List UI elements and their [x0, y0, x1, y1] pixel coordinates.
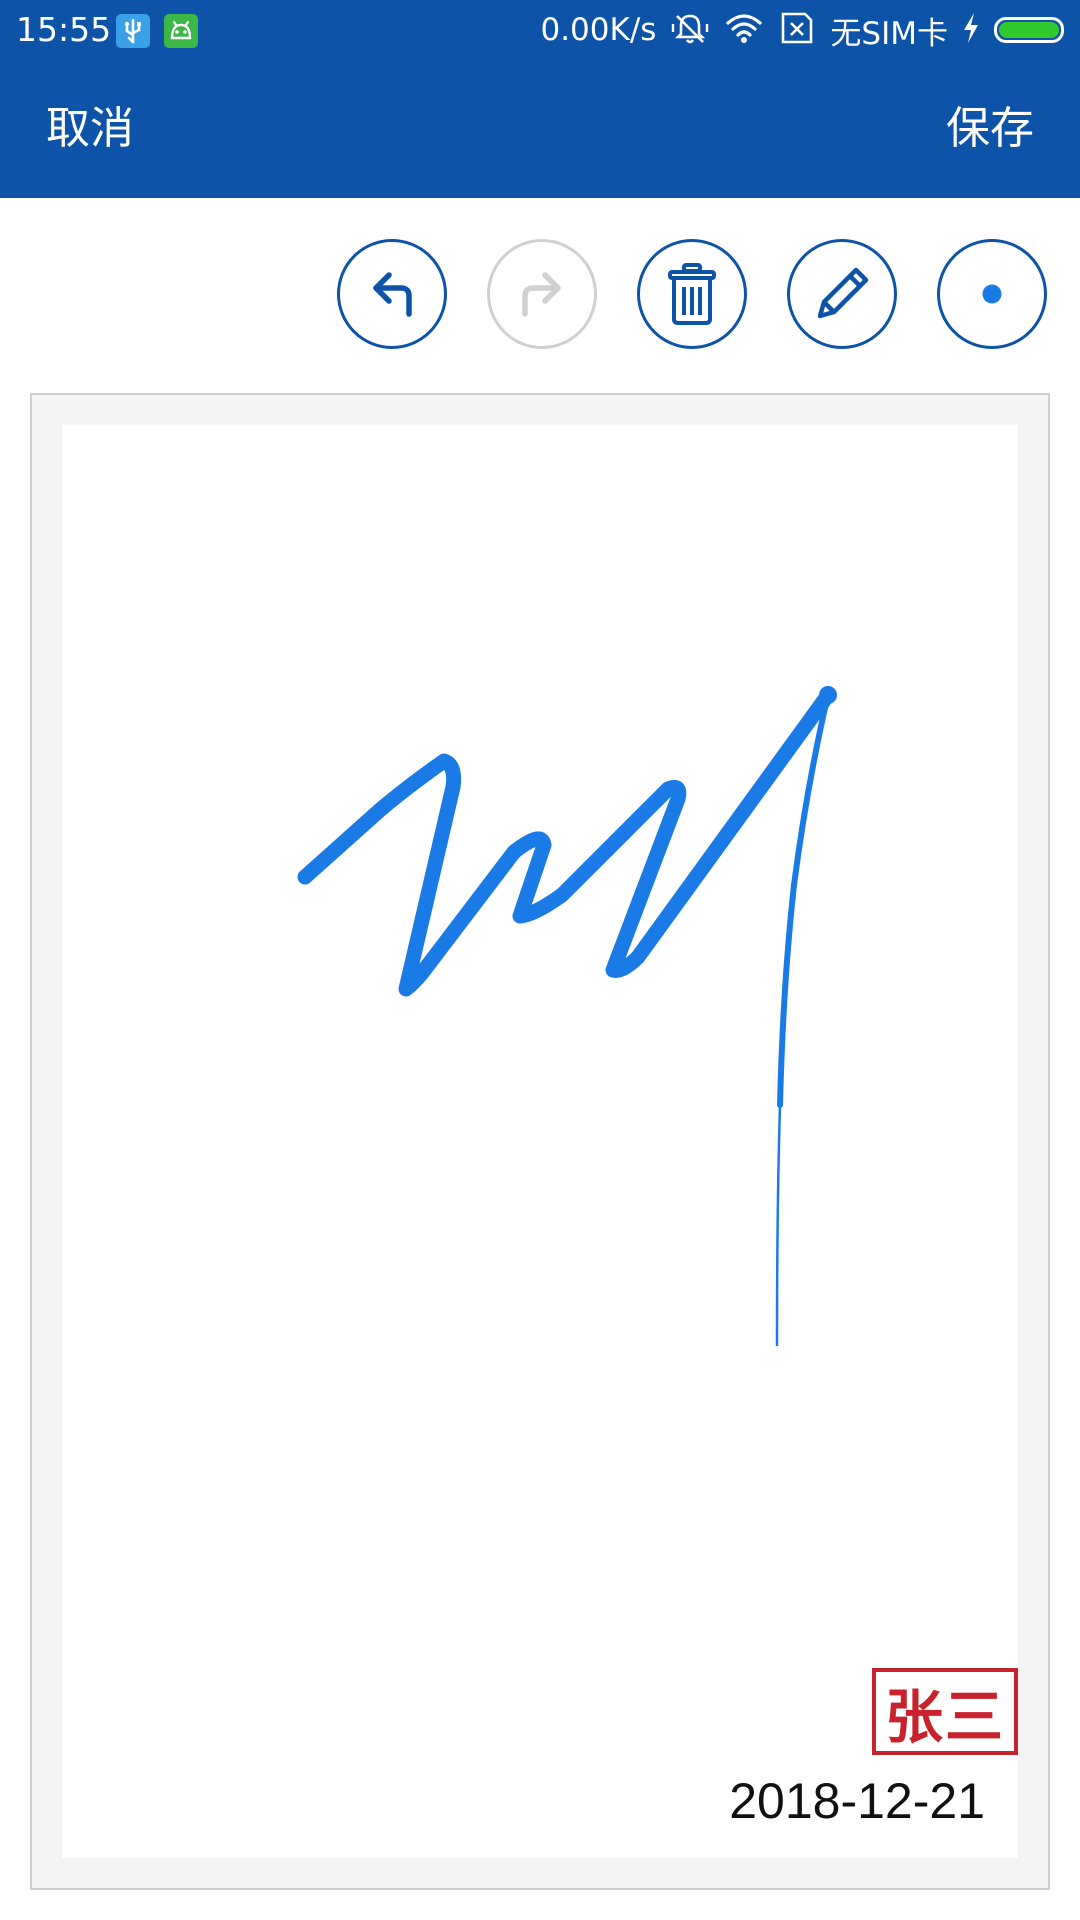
- pencil-icon: [817, 267, 869, 319]
- network-speed: 0.00K/s: [540, 12, 657, 48]
- status-right-group: 0.00K/s 无SIM卡: [540, 8, 1064, 52]
- bolt-icon: [962, 11, 980, 49]
- app-bar: 取消 保存: [0, 60, 1080, 198]
- signature-canvas[interactable]: 张三 2018-12-21: [62, 425, 1018, 1858]
- signature-stroke: [297, 686, 837, 1347]
- save-button[interactable]: 保存: [946, 102, 1034, 156]
- undo-arrow-icon: [373, 272, 412, 317]
- battery-level-fill: [999, 22, 1059, 38]
- signature-date: 2018-12-21: [729, 1773, 985, 1829]
- status-time: 15:55: [16, 10, 112, 49]
- dot-icon: [982, 284, 1002, 304]
- no-sim-icon: [778, 8, 816, 52]
- wifi-icon: [724, 8, 764, 52]
- signature-pad-frame: 张三 2018-12-21: [30, 393, 1050, 1890]
- cancel-button[interactable]: 取消: [46, 102, 134, 156]
- name-seal: 张三: [872, 1668, 1018, 1755]
- android-debug-icon: [164, 14, 198, 48]
- vibrate-icon: [670, 8, 710, 52]
- carrier-label: 无SIM卡: [830, 15, 948, 52]
- status-bar: 15:55 0.00K/s 无SIM卡: [0, 0, 1080, 60]
- redo-arrow-icon: [522, 272, 561, 317]
- undo-button[interactable]: [337, 239, 447, 349]
- usb-icon: [116, 14, 150, 48]
- clear-button[interactable]: [637, 239, 747, 349]
- redo-button[interactable]: [487, 239, 597, 349]
- trash-icon: [668, 263, 716, 325]
- battery-icon: [994, 17, 1064, 43]
- pen-size-button[interactable]: [937, 239, 1047, 349]
- pen-button[interactable]: [787, 239, 897, 349]
